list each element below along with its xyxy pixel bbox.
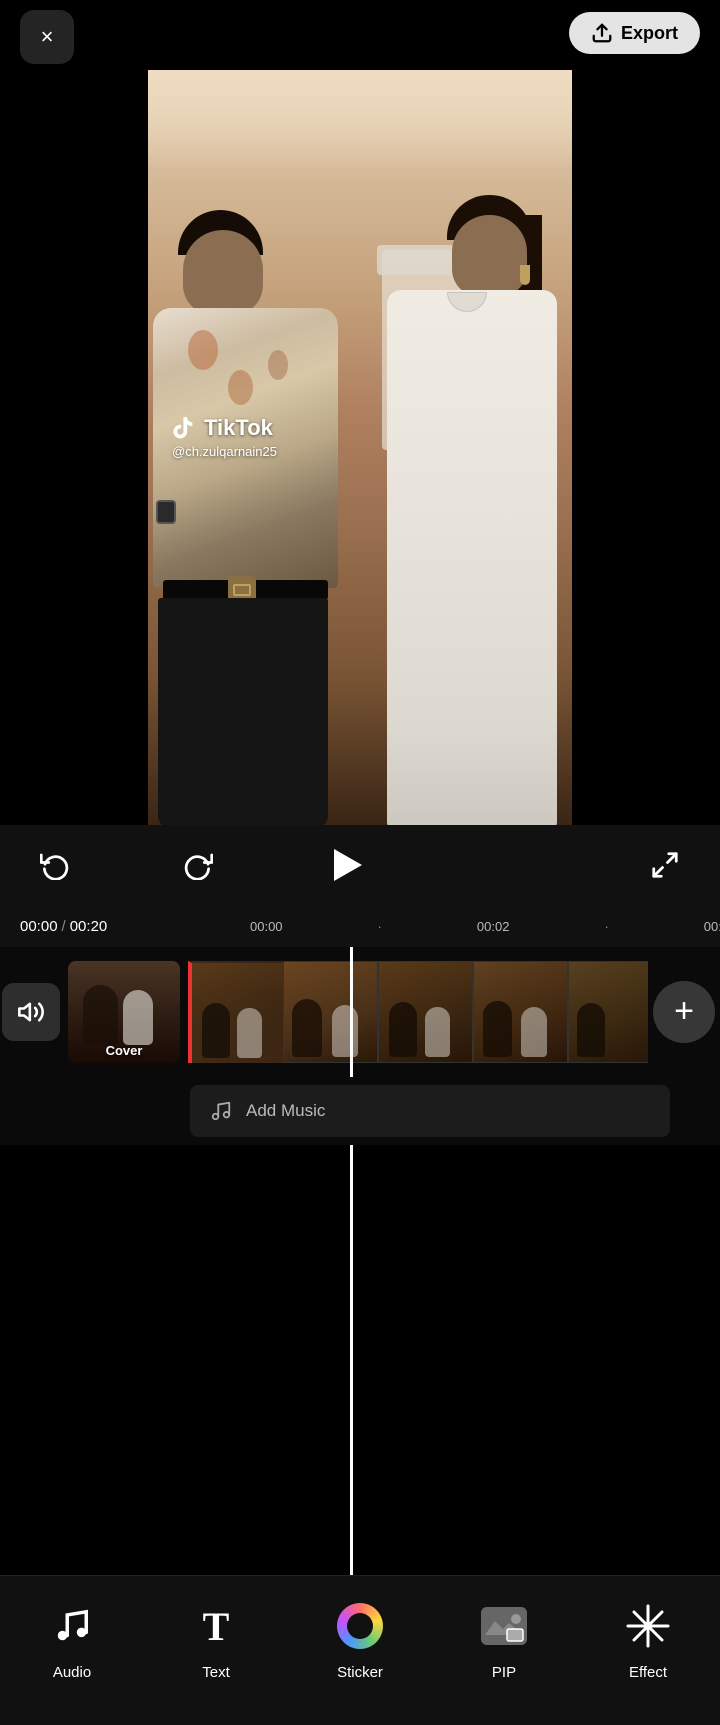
tool-sticker[interactable]: Sticker [310, 1596, 410, 1681]
time-separator: / [62, 918, 66, 935]
timestamp-dot-2: · [604, 919, 608, 934]
clip-frame-5 [568, 961, 648, 1063]
volume-button[interactable] [2, 983, 60, 1041]
effect-label: Effect [629, 1664, 667, 1681]
video-strip[interactable] [188, 961, 648, 1063]
add-music-button[interactable]: Add Music [190, 1085, 670, 1137]
tiktok-watermark: TikTok @ch.zulqarnain25 [170, 415, 277, 459]
effect-star-icon [626, 1604, 670, 1648]
tiktok-handle-text: @ch.zulqarnain25 [170, 444, 277, 459]
audio-label: Audio [53, 1664, 91, 1681]
plus-icon: + [674, 994, 694, 1028]
play-button[interactable] [315, 835, 375, 895]
total-time: 00:20 [70, 918, 108, 935]
sticker-icon-wrap [330, 1596, 390, 1656]
tiktok-brand-text: TikTok [204, 415, 273, 441]
timestamp-1: 00:02 [477, 919, 510, 934]
tiktok-logo-icon [170, 415, 196, 441]
effect-icon-wrap [618, 1596, 678, 1656]
fullscreen-button[interactable] [640, 840, 690, 890]
sticker-label: Sticker [337, 1664, 383, 1681]
add-clip-button[interactable]: + [653, 981, 715, 1043]
cover-thumbnail[interactable]: Cover [68, 961, 180, 1063]
bottom-toolbar: Audio T Text Sticker [0, 1575, 720, 1725]
add-music-wrapper: Add Music [0, 1077, 720, 1145]
tool-effect[interactable]: Effect [598, 1596, 698, 1681]
fullscreen-icon [650, 850, 680, 880]
undo-button[interactable] [30, 840, 80, 890]
timestamp-0: 00:00 [250, 919, 283, 934]
export-label: Export [621, 23, 678, 44]
controls-bar [0, 825, 720, 905]
close-icon: × [41, 24, 54, 50]
close-button[interactable]: × [20, 10, 74, 64]
pip-icon-wrap [474, 1596, 534, 1656]
timeline-header: 00:00 / 00:20 00:00 · 00:02 · 00:0 [0, 905, 720, 947]
clip-frame-4 [473, 961, 568, 1063]
sticker-circle-icon [337, 1603, 383, 1649]
redo-button[interactable] [173, 840, 223, 890]
tool-audio[interactable]: Audio [22, 1596, 122, 1681]
timestamp-2: 00:0 [704, 919, 720, 934]
undo-icon [40, 850, 70, 880]
redo-icon [183, 850, 213, 880]
export-button[interactable]: Export [569, 12, 700, 54]
video-preview: TikTok @ch.zulqarnain25 [148, 70, 572, 825]
clip-frame-2 [283, 961, 378, 1063]
timeline-clips: Cover + [0, 947, 720, 1077]
music-note-icon [210, 1100, 232, 1122]
audio-music-icon [53, 1607, 91, 1645]
timestamp-dot-1: · [378, 919, 382, 934]
pip-icon [481, 1607, 527, 1645]
pip-label: PIP [492, 1664, 516, 1681]
tool-pip[interactable]: PIP [454, 1596, 554, 1681]
text-t-icon: T [203, 1603, 230, 1650]
text-label: Text [202, 1664, 230, 1681]
add-music-text: Add Music [246, 1101, 325, 1121]
current-time: 00:00 [20, 918, 58, 935]
upload-icon [591, 22, 613, 44]
clip-frame-1 [188, 961, 283, 1063]
volume-icon [17, 998, 45, 1026]
cover-label: Cover [106, 1043, 143, 1063]
audio-icon-wrap [42, 1596, 102, 1656]
tool-text[interactable]: T Text [166, 1596, 266, 1681]
playhead-line [350, 1145, 353, 1575]
clip-frame-3 [378, 961, 473, 1063]
play-icon [334, 849, 362, 881]
text-icon-wrap: T [186, 1596, 246, 1656]
timeline-empty-space [0, 1145, 720, 1575]
